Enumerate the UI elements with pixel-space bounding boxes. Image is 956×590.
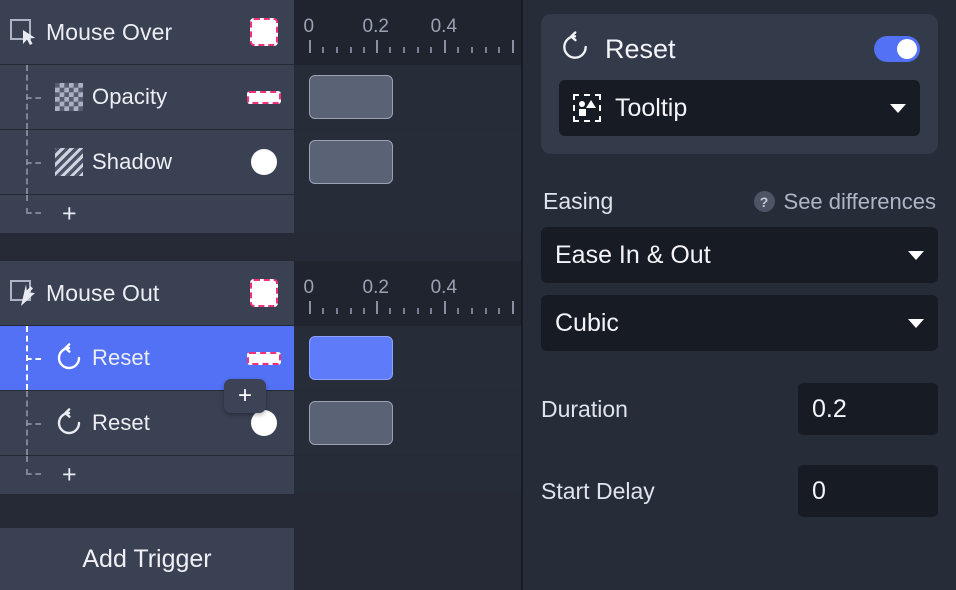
start-delay-field-row: Start Delay 0 <box>541 465 938 517</box>
action-label: Shadow <box>92 149 173 174</box>
timeline-track-add <box>294 456 521 494</box>
swatch-circle-white <box>251 149 277 175</box>
add-trigger-label: Add Trigger <box>82 544 212 573</box>
reset-icon <box>46 408 92 438</box>
ruler-tick-label: 0.4 <box>430 16 458 37</box>
trigger-label: Mouse Out <box>46 279 160 306</box>
tree-elbow <box>26 162 41 164</box>
action-row-shadow[interactable]: Shadow <box>0 130 294 195</box>
timeline-track-shadow[interactable] <box>294 130 521 195</box>
target-select[interactable]: Tooltip <box>559 80 920 136</box>
timeline-group-separator <box>294 233 521 261</box>
action-header-row: Reset <box>559 28 920 70</box>
trigger-swatch[interactable] <box>234 18 294 46</box>
timeline-track-reset[interactable] <box>294 391 521 456</box>
chevron-down-icon <box>908 318 924 328</box>
trigger-row-mouse-over[interactable]: Mouse Over <box>0 0 294 65</box>
mouse-over-icon <box>0 17 46 47</box>
animation-trigger-editor: Mouse Over Opacity Shadow + Mouse Out Re… <box>0 0 956 590</box>
checkerboard-icon <box>46 83 92 111</box>
trigger-group-mouse-over: Mouse Over Opacity Shadow + <box>0 0 294 233</box>
question-mark-icon: ? <box>753 191 775 212</box>
target-value: Tooltip <box>615 93 688 122</box>
action-swatch[interactable] <box>234 410 294 436</box>
duration-field-row: Duration 0.2 <box>541 383 938 435</box>
action-label: Opacity <box>92 84 168 109</box>
timeline-ruler-1[interactable]: 0 0.2 0.4 <box>294 0 521 65</box>
plus-icon: + <box>62 199 77 228</box>
duration-label: Duration <box>541 395 628 422</box>
ruler-tick-label: 0 <box>303 16 315 37</box>
chevron-down-icon <box>908 250 924 260</box>
tree-elbow-end <box>26 195 41 214</box>
easing-section-header: Easing ? See differences <box>541 188 938 215</box>
ruler-tick-label: 0 <box>303 277 315 298</box>
timeline-track-add <box>294 195 521 233</box>
action-header-card: Reset Tooltip <box>541 14 938 154</box>
properties-pane: Reset Tooltip Easing ? See differences E… <box>523 0 956 590</box>
tree-elbow <box>26 423 41 425</box>
timeline-track-opacity[interactable] <box>294 65 521 130</box>
easing-type-select[interactable]: Ease In & Out <box>541 227 938 283</box>
hatch-icon <box>46 148 92 176</box>
timeline-block-mouse-out: 0 0.2 0.4 <box>294 261 521 494</box>
easing-label: Easing <box>543 188 614 214</box>
add-action-row-mouse-over[interactable]: + <box>0 195 294 233</box>
see-differences-link[interactable]: ? See differences <box>753 188 936 215</box>
swatch-pill-dashed <box>247 351 281 365</box>
timeline-bar-selected[interactable] <box>308 336 393 380</box>
ruler-tick-label: 0.4 <box>430 277 458 298</box>
swatch-square-dashed <box>250 279 278 307</box>
floating-add-keyframe-button[interactable]: + <box>224 379 266 413</box>
tree-elbow <box>26 97 41 99</box>
see-differences-label: See differences <box>783 188 936 214</box>
timeline-pane: 0 0.2 0.4 0 0.2 0.4 <box>294 0 523 590</box>
component-select-icon <box>573 94 601 122</box>
action-enabled-toggle[interactable] <box>874 36 920 62</box>
chevron-down-icon <box>890 103 906 113</box>
reset-icon <box>559 30 591 68</box>
timeline-block-mouse-over: 0 0.2 0.4 <box>294 0 521 233</box>
toggle-knob <box>897 39 917 59</box>
ruler-ticks-2 <box>294 300 521 314</box>
action-swatch[interactable] <box>234 90 294 104</box>
plus-icon: + <box>62 460 77 489</box>
ruler-tick-label: 0.2 <box>362 277 389 298</box>
swatch-circle-white <box>251 410 277 436</box>
ruler-ticks-1 <box>294 39 521 53</box>
trigger-tree-pane: Mouse Over Opacity Shadow + Mouse Out Re… <box>0 0 294 590</box>
add-action-row-mouse-out[interactable]: + <box>0 456 294 494</box>
group-separator <box>0 233 294 261</box>
ruler-tick-label: 0.2 <box>362 16 389 37</box>
action-label: Reset <box>92 410 150 435</box>
duration-input[interactable]: 0.2 <box>798 383 938 435</box>
trigger-row-mouse-out[interactable]: Mouse Out <box>0 261 294 326</box>
swatch-pill-dashed <box>247 90 281 104</box>
start-delay-input[interactable]: 0 <box>798 465 938 517</box>
swatch-square-dashed <box>250 18 278 46</box>
timeline-bar[interactable] <box>308 401 393 445</box>
easing-curve-value: Cubic <box>555 308 619 337</box>
easing-curve-select[interactable]: Cubic <box>541 295 938 351</box>
action-label: Reset <box>92 345 150 370</box>
timeline-bar[interactable] <box>308 140 393 184</box>
action-title: Reset <box>605 33 676 64</box>
action-row-opacity[interactable]: Opacity <box>0 65 294 130</box>
tree-elbow-end <box>26 456 41 475</box>
trigger-swatch[interactable] <box>234 279 294 307</box>
trigger-label: Mouse Over <box>46 18 173 45</box>
timeline-bar[interactable] <box>308 75 393 119</box>
tree-elbow <box>26 358 41 360</box>
mouse-out-icon <box>0 278 46 308</box>
action-swatch[interactable] <box>234 351 294 365</box>
reset-icon <box>46 343 92 373</box>
trigger-group-mouse-out: Mouse Out Reset Reset + <box>0 261 294 494</box>
add-trigger-button[interactable]: Add Trigger <box>0 528 294 590</box>
timeline-ruler-2[interactable]: 0 0.2 0.4 <box>294 261 521 326</box>
start-delay-label: Start Delay <box>541 477 655 504</box>
action-swatch[interactable] <box>234 149 294 175</box>
easing-type-value: Ease In & Out <box>555 240 711 269</box>
timeline-track-reset-selected[interactable] <box>294 326 521 391</box>
